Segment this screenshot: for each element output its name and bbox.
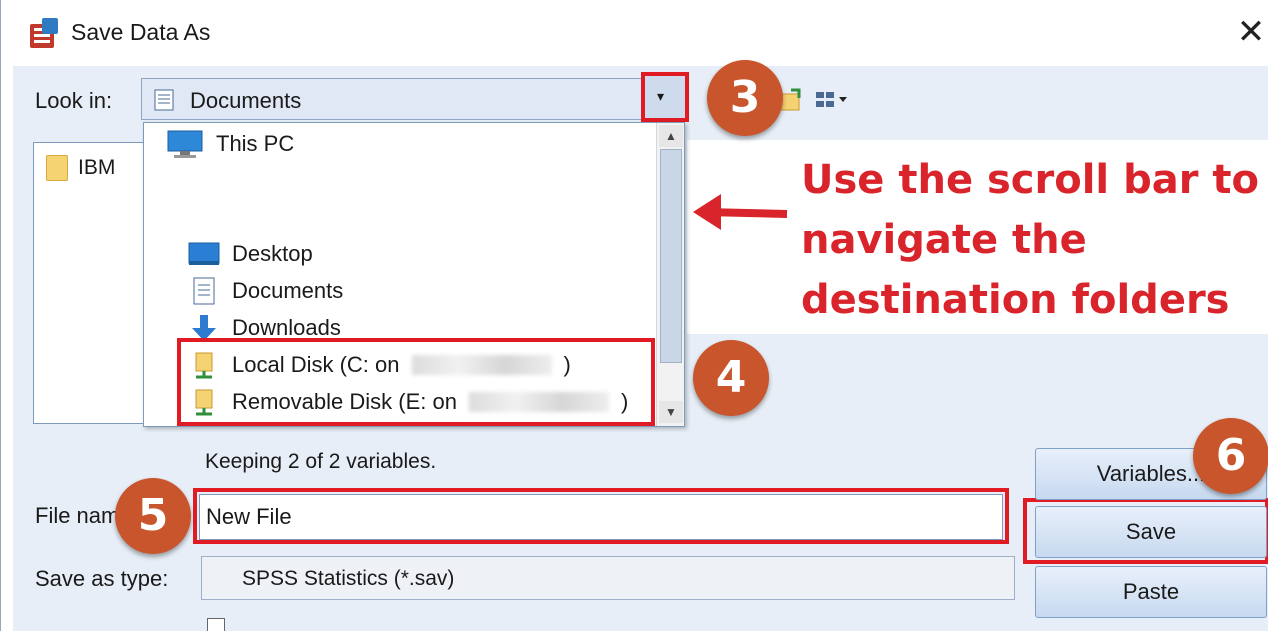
scroll-down-arrow-icon[interactable]: ▼	[659, 401, 683, 423]
dropdown-scrollbar[interactable]: ▲ ▼	[656, 123, 684, 426]
list-item-ibm[interactable]: IBM	[46, 153, 115, 183]
view-menu-icon[interactable]	[813, 86, 849, 114]
look-in-combobox[interactable]: Documents	[141, 78, 686, 120]
save-button[interactable]: Save	[1035, 506, 1267, 558]
scroll-up-arrow-icon[interactable]: ▲	[659, 125, 683, 147]
callout-step-4: 4	[693, 340, 769, 416]
save-as-type-combobox[interactable]: SPSS Statistics (*.sav)	[201, 556, 1015, 600]
documents-icon	[193, 277, 215, 305]
callout-step-3: 3	[707, 60, 783, 136]
file-name-input[interactable]	[199, 494, 1003, 540]
annotation-arrow-icon	[693, 194, 788, 230]
folder-icon	[46, 155, 68, 181]
dropdown-item-label: Documents	[232, 278, 344, 303]
spss-app-icon	[30, 18, 58, 48]
title-bar: Save Data As ✕	[1, 0, 1268, 64]
dropdown-item-label: This PC	[216, 131, 295, 156]
dropdown-item-label: Desktop	[232, 241, 313, 266]
dropdown-item-desktop[interactable]: Desktop	[188, 237, 313, 271]
paste-button[interactable]: Paste	[1035, 566, 1267, 618]
computer-icon	[167, 130, 203, 158]
look-in-value: Documents	[190, 88, 302, 113]
scrollbar-thumb[interactable]	[660, 149, 682, 363]
list-item-label: IBM	[78, 156, 116, 179]
look-in-label: Look in:	[35, 88, 113, 113]
dropdown-item-documents[interactable]: Documents	[188, 274, 343, 308]
look-in-dropdown-button[interactable]: ▾	[641, 72, 689, 122]
checkbox[interactable]	[207, 618, 225, 631]
annotation-text: Use the scroll bar to navigate the desti…	[801, 157, 1259, 323]
dropdown-item-this-pc[interactable]: This PC	[166, 127, 294, 161]
window-title: Save Data As	[71, 19, 211, 45]
document-folder-icon	[154, 89, 174, 111]
callout-step-5: 5	[115, 478, 191, 554]
save-as-type-value: SPSS Statistics (*.sav)	[242, 567, 455, 590]
highlight-drive-items	[177, 338, 655, 426]
callout-step-6: 6	[1193, 418, 1268, 494]
close-button[interactable]: ✕	[1233, 12, 1268, 52]
desktop-icon	[188, 242, 220, 265]
save-as-type-label: Save as type:	[35, 566, 169, 591]
save-data-as-dialog: Save Data As ✕ Look in: Documents ▾ IBM	[0, 0, 1268, 631]
chevron-down-icon: ▾	[657, 88, 665, 104]
variables-status-text: Keeping 2 of 2 variables.	[205, 450, 437, 473]
